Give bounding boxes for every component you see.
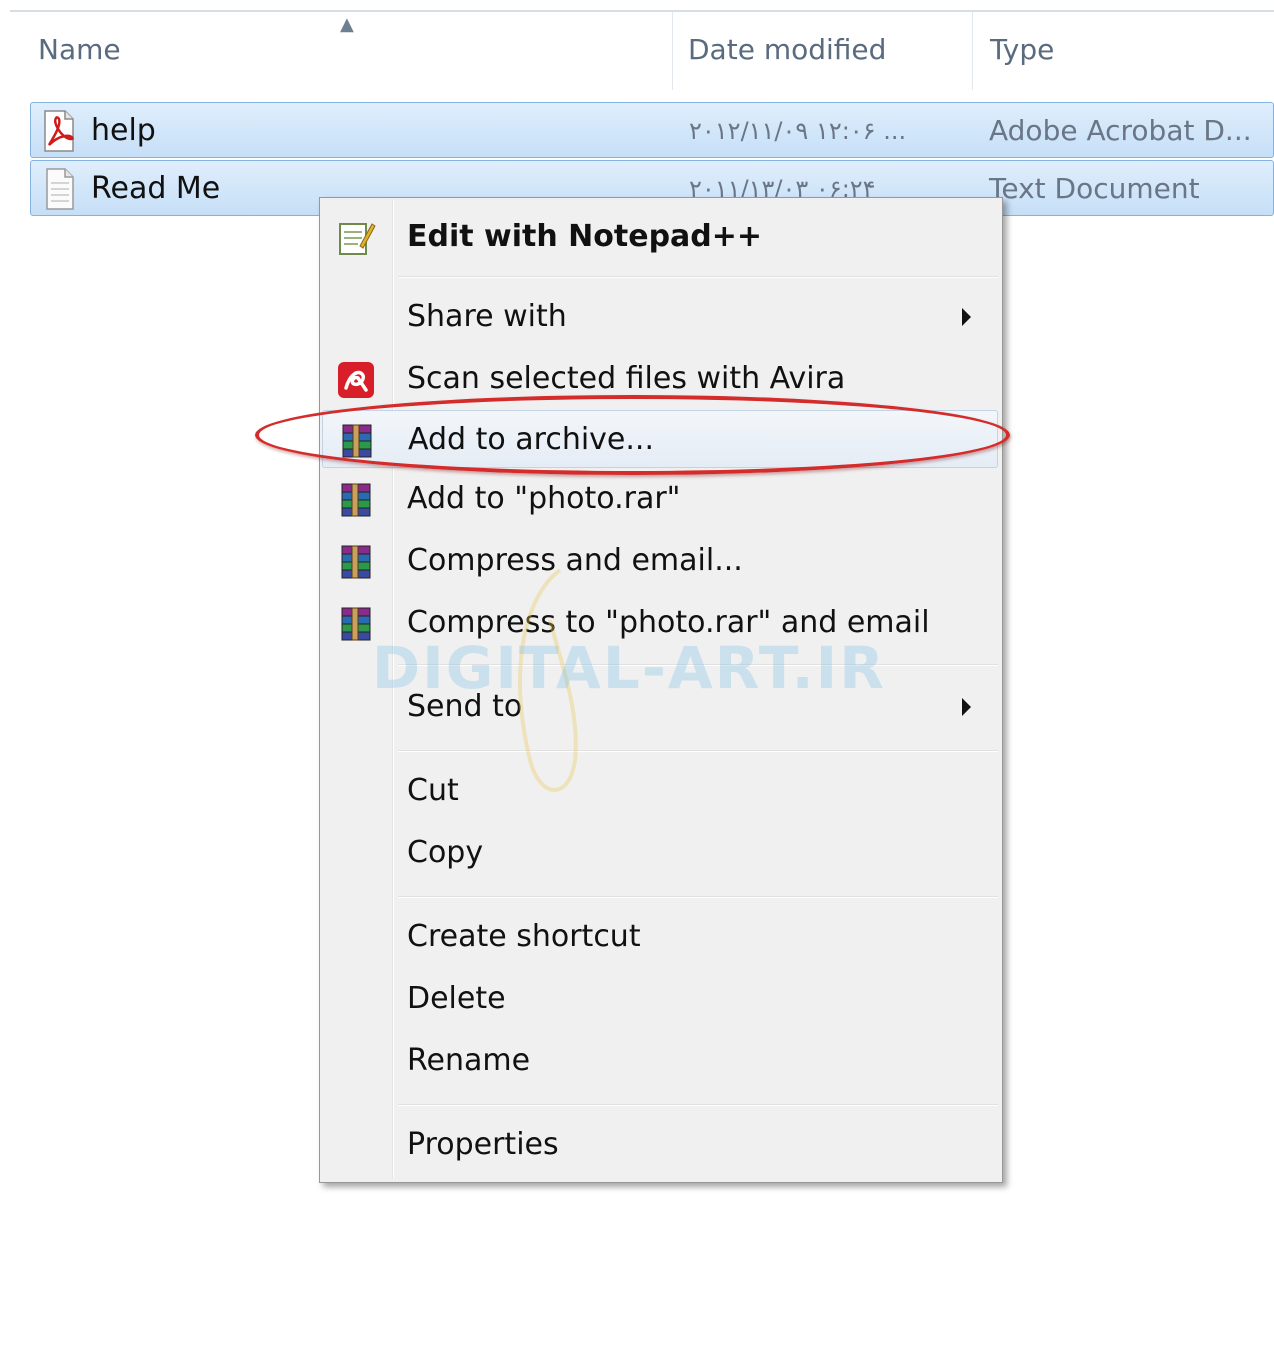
file-date-modified: ۲۰۱۲/۱۱/۰۹ ۱۲:۰۶ ...	[689, 117, 907, 145]
winrar-icon	[341, 483, 371, 517]
column-header-type[interactable]: Type	[990, 28, 1054, 72]
menu-item-label: Create shortcut	[407, 919, 641, 954]
file-name: help	[91, 113, 156, 148]
sort-ascending-icon: ▲	[340, 14, 354, 35]
column-header-date-modified[interactable]: Date modified	[688, 28, 886, 72]
menu-item-create-shortcut[interactable]: Create shortcut	[322, 908, 998, 966]
menu-item-label: Share with	[407, 299, 567, 334]
highlight-annotation-ring	[255, 395, 1010, 475]
column-header-row: ▲ Name Date modified Type	[10, 10, 1274, 90]
submenu-arrow-icon	[962, 308, 971, 326]
menu-item-edit-with-notepad[interactable]: Edit with Notepad++	[322, 208, 998, 266]
avira-icon	[338, 362, 374, 398]
menu-separator	[398, 750, 998, 752]
menu-separator	[398, 1104, 998, 1106]
menu-item-label: Delete	[407, 981, 506, 1016]
menu-separator	[398, 896, 998, 898]
menu-item-rename[interactable]: Rename	[322, 1032, 998, 1090]
watermark-text: DIGITAL-ART.IR	[372, 634, 886, 702]
file-type: Adobe Acrobat D...	[989, 114, 1252, 147]
file-name: Read Me	[91, 171, 221, 206]
menu-item-label: Edit with Notepad++	[407, 219, 763, 254]
column-divider[interactable]	[972, 12, 973, 90]
menu-item-label: Add to "photo.rar"	[407, 481, 681, 516]
notepad-plus-plus-icon	[339, 223, 376, 255]
menu-item-properties[interactable]: Properties	[322, 1116, 998, 1174]
column-header-name[interactable]: Name	[38, 28, 121, 72]
column-divider[interactable]	[672, 12, 673, 90]
file-row-help[interactable]: help ۲۰۱۲/۱۱/۰۹ ۱۲:۰۶ ... Adobe Acrobat …	[30, 102, 1274, 158]
submenu-arrow-icon	[962, 698, 971, 716]
menu-item-cut[interactable]: Cut	[322, 762, 998, 820]
menu-item-delete[interactable]: Delete	[322, 970, 998, 1028]
winrar-icon	[341, 545, 371, 579]
menu-item-add-to-photo-rar[interactable]: Add to "photo.rar"	[322, 470, 998, 528]
menu-item-label: Cut	[407, 773, 459, 808]
winrar-icon	[341, 607, 371, 641]
menu-item-share-with[interactable]: Share with	[322, 288, 998, 346]
pdf-file-icon	[44, 110, 74, 152]
file-type: Text Document	[989, 172, 1200, 205]
menu-item-label: Rename	[407, 1043, 531, 1078]
menu-item-label: Properties	[407, 1127, 559, 1162]
menu-item-copy[interactable]: Copy	[322, 824, 998, 882]
text-file-icon	[46, 168, 74, 210]
menu-item-compress-and-email[interactable]: Compress and email...	[322, 532, 998, 590]
explorer-window: ▲ Name Date modified Type help ۲۰۱۲/۱۱/۰…	[0, 0, 1274, 1347]
menu-separator	[398, 276, 998, 278]
menu-item-label: Copy	[407, 835, 484, 870]
